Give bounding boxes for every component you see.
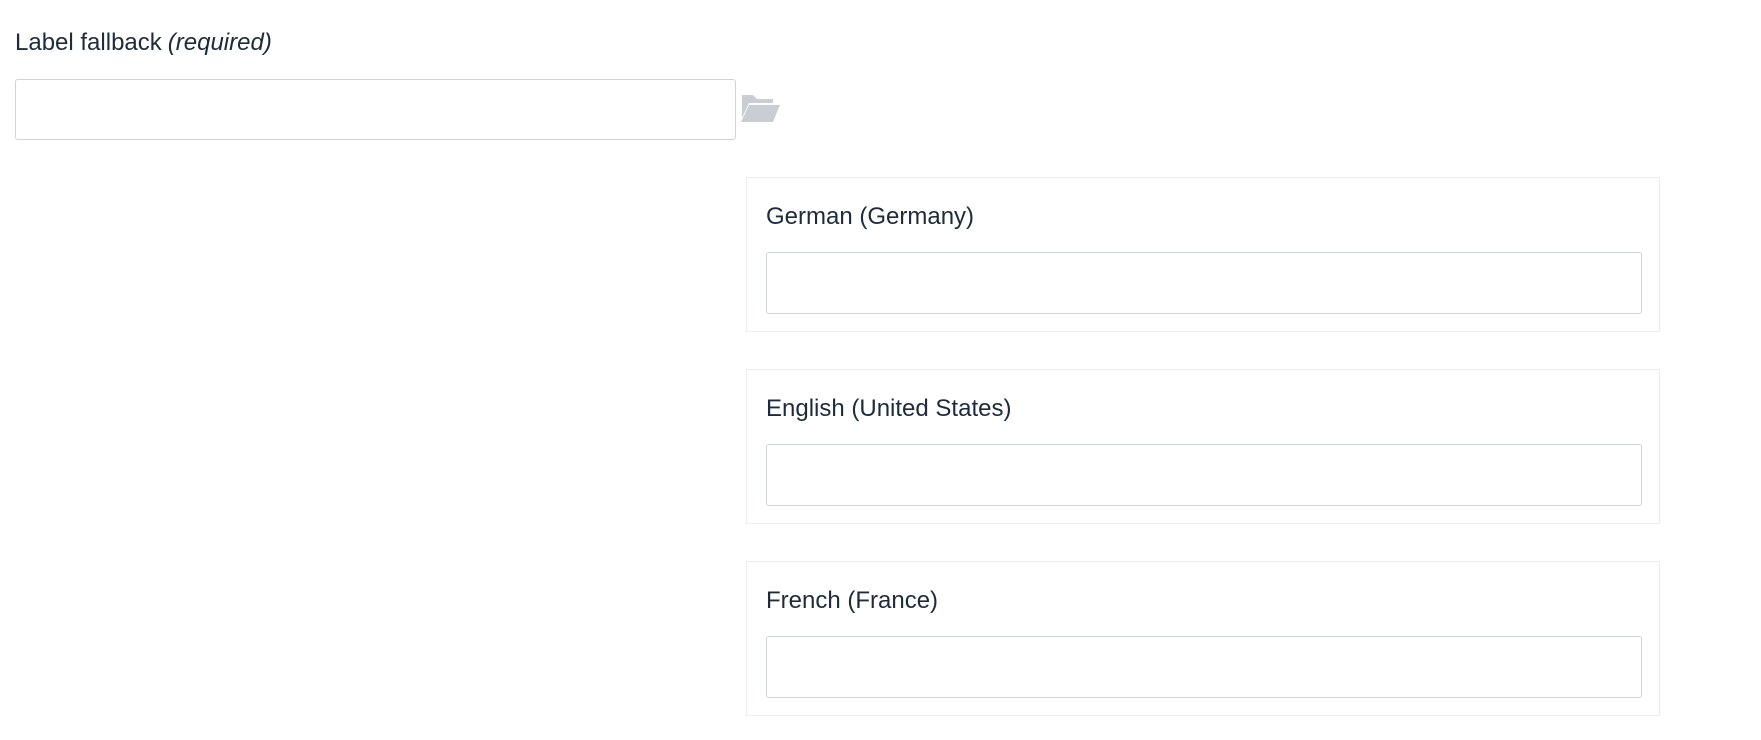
- translation-label: French (France): [766, 587, 939, 614]
- field-label-text: Label fallback: [15, 29, 162, 56]
- translation-input-en-us[interactable]: [766, 444, 1642, 506]
- field-label: Label fallback (required): [15, 27, 272, 59]
- translation-label: German (Germany): [766, 203, 975, 230]
- translation-panel-de-de: German (Germany): [746, 177, 1660, 332]
- translation-panel-fr-fr: French (France): [746, 561, 1660, 716]
- translation-label: English (United States): [766, 395, 1012, 422]
- label-fallback-input[interactable]: [15, 79, 736, 140]
- translation-input-de-de[interactable]: [766, 252, 1642, 314]
- folder-open-icon[interactable]: [740, 92, 782, 124]
- translation-input-fr-fr[interactable]: [766, 636, 1642, 698]
- translation-panel-en-us: English (United States): [746, 369, 1660, 524]
- required-indicator: (required): [167, 29, 272, 56]
